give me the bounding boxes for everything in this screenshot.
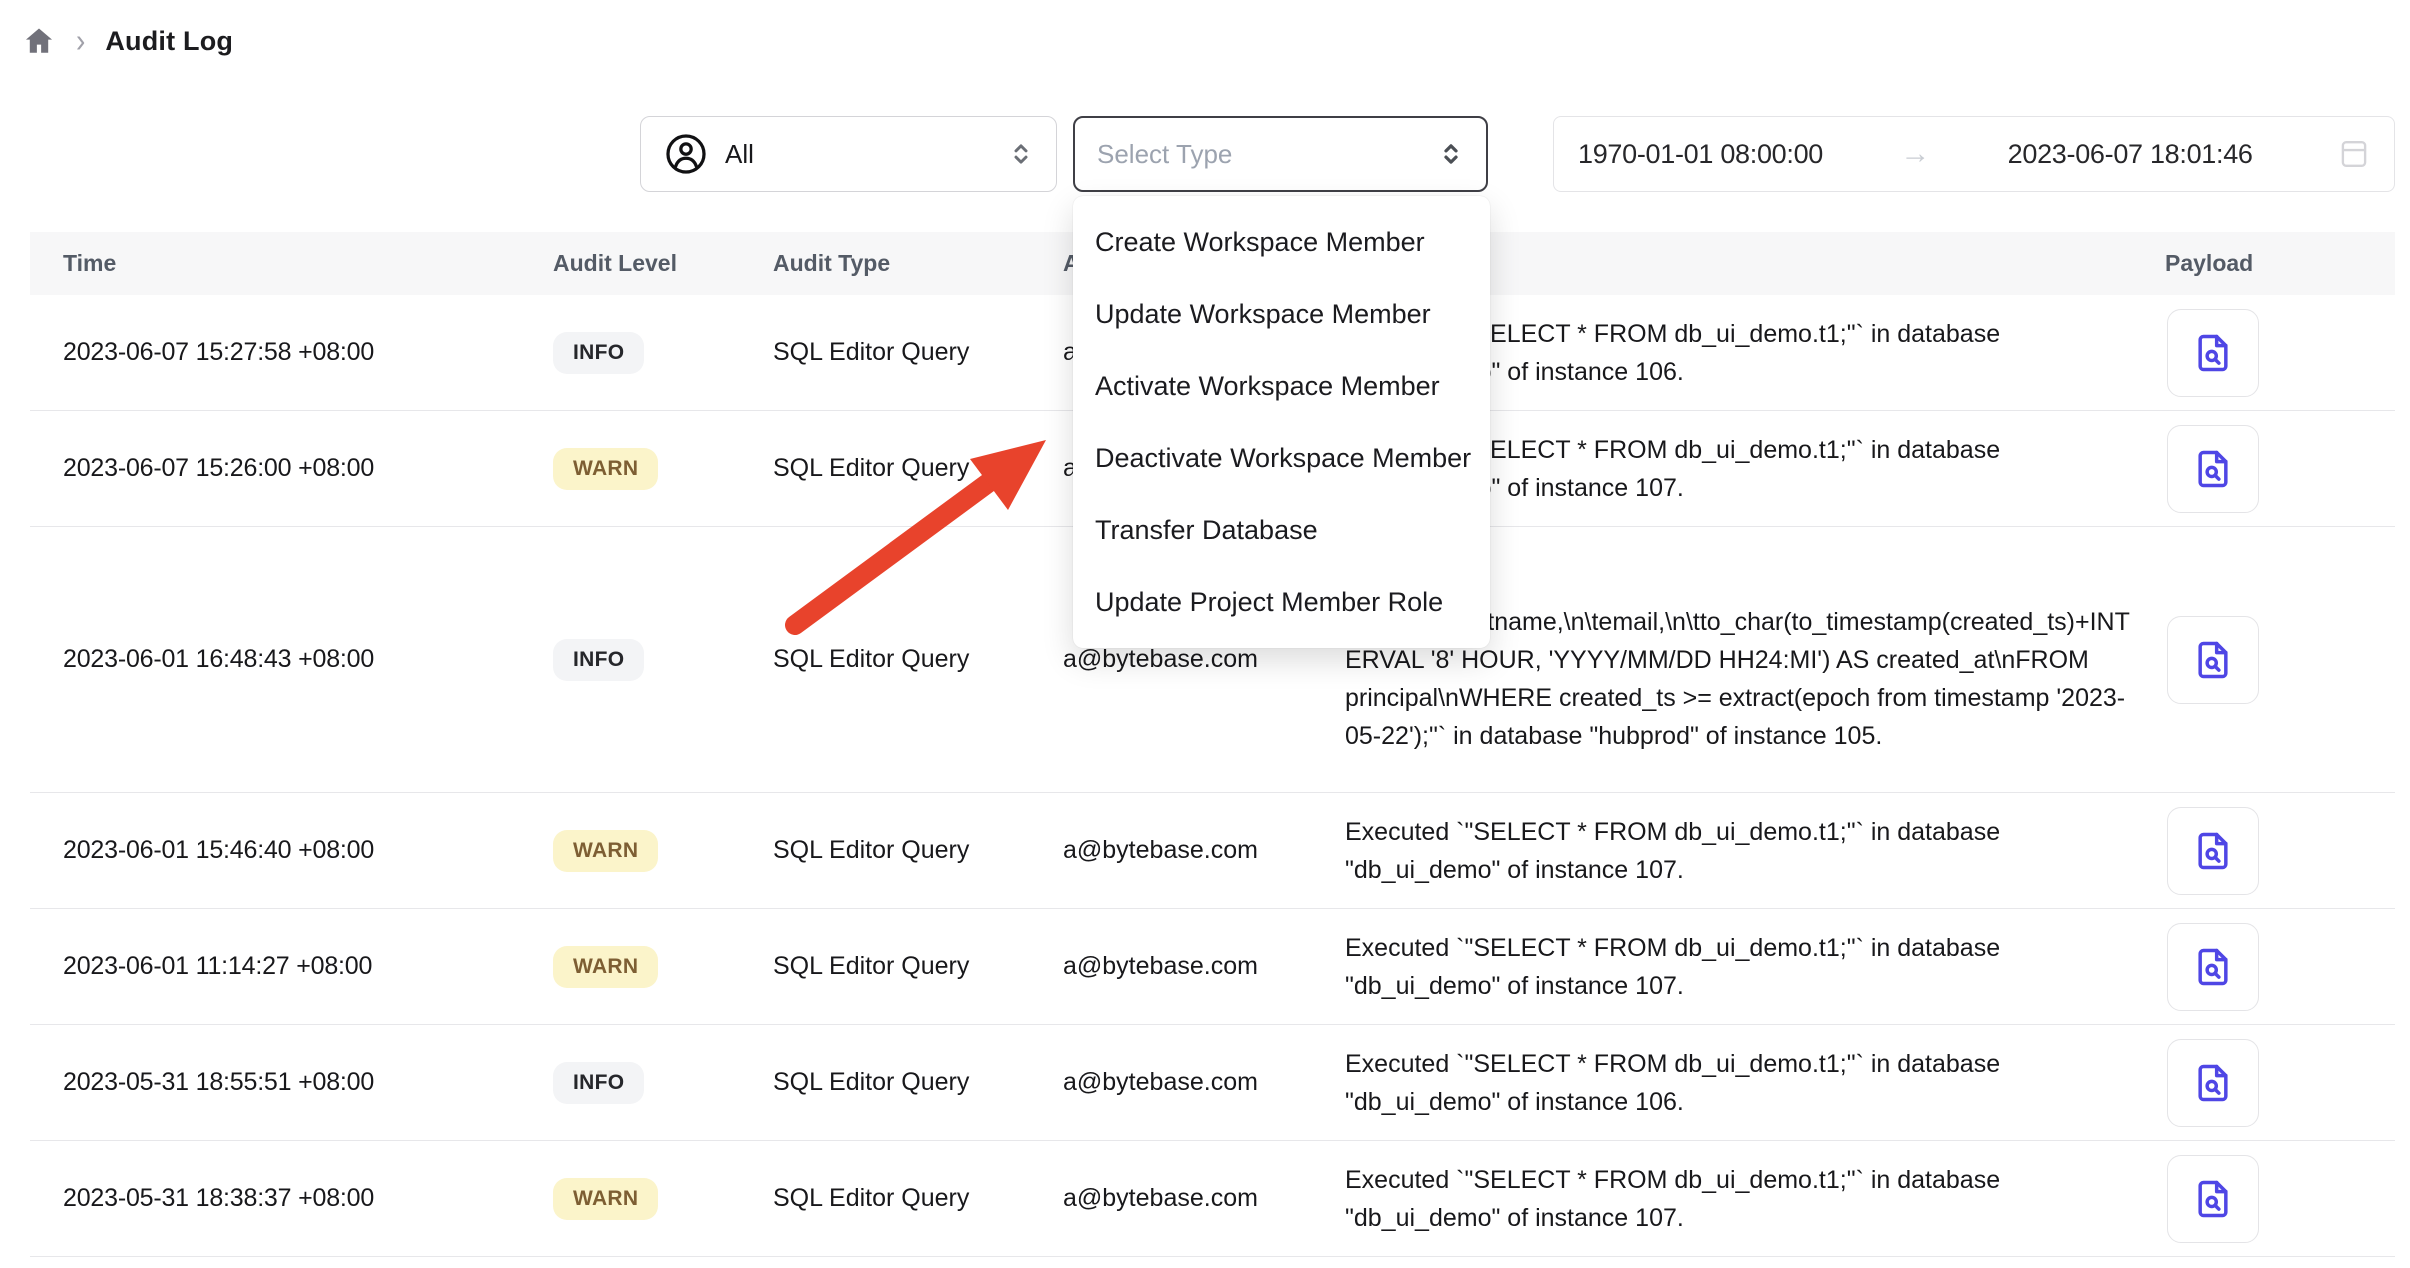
col-header-audit-type: Audit Type bbox=[773, 250, 1063, 277]
page-title: Audit Log bbox=[105, 26, 233, 57]
view-payload-button[interactable] bbox=[2167, 616, 2259, 704]
audit-level-badge: WARN bbox=[553, 830, 658, 872]
date-range-start[interactable]: 1970-01-01 08:00:00 bbox=[1578, 139, 1823, 170]
view-payload-button[interactable] bbox=[2167, 1039, 2259, 1127]
comment-cell: Executed `"SELECT * FROM db_ui_demo.t1;"… bbox=[1345, 813, 2165, 889]
comment-cell: Executed `"SELECT * FROM db_ui_demo.t1;"… bbox=[1345, 1045, 2165, 1121]
audit-level-badge: INFO bbox=[553, 1062, 644, 1104]
audit-type-cell: SQL Editor Query bbox=[773, 454, 1063, 483]
audit-type-dropdown: Create Workspace Member Update Workspace… bbox=[1073, 196, 1490, 648]
col-header-time: Time bbox=[30, 250, 553, 277]
updown-chevron-icon bbox=[1436, 139, 1466, 169]
time-cell: 2023-06-01 16:48:43 +08:00 bbox=[30, 645, 553, 674]
view-payload-button[interactable] bbox=[2167, 923, 2259, 1011]
time-cell: 2023-05-31 18:38:37 +08:00 bbox=[30, 1184, 553, 1213]
audit-type-cell: SQL Editor Query bbox=[773, 645, 1063, 674]
actor-cell: a@bytebase.com bbox=[1063, 836, 1345, 865]
arrow-right-icon: → bbox=[1890, 137, 1940, 171]
table-row: 2023-05-31 18:55:51 +08:00 INFO SQL Edit… bbox=[30, 1025, 2395, 1141]
date-range-picker[interactable]: 1970-01-01 08:00:00 → 2023-06-07 18:01:4… bbox=[1553, 116, 2395, 192]
view-payload-button[interactable] bbox=[2167, 807, 2259, 895]
audit-type-cell: SQL Editor Query bbox=[773, 1068, 1063, 1097]
audit-type-cell: SQL Editor Query bbox=[773, 952, 1063, 981]
time-cell: 2023-06-07 15:27:58 +08:00 bbox=[30, 338, 553, 367]
actor-filter-select[interactable]: All bbox=[640, 116, 1057, 192]
dropdown-option[interactable]: Update Workspace Member bbox=[1073, 278, 1490, 350]
file-search-icon bbox=[2191, 637, 2235, 683]
actor-cell: a@bytebase.com bbox=[1063, 952, 1345, 981]
file-search-icon bbox=[2191, 1176, 2235, 1222]
dropdown-option[interactable]: Deactivate Workspace Member bbox=[1073, 422, 1490, 494]
audit-level-badge: INFO bbox=[553, 332, 644, 374]
col-header-audit-level: Audit Level bbox=[553, 250, 773, 277]
actor-cell: a@bytebase.com bbox=[1063, 645, 1345, 674]
view-payload-button[interactable] bbox=[2167, 1155, 2259, 1243]
audit-level-badge: WARN bbox=[553, 946, 658, 988]
chevron-right-icon: › bbox=[76, 24, 85, 58]
audit-level-badge: INFO bbox=[553, 639, 644, 681]
audit-type-cell: SQL Editor Query bbox=[773, 836, 1063, 865]
audit-level-badge: WARN bbox=[553, 448, 658, 490]
person-circle-icon bbox=[663, 131, 709, 177]
audit-type-cell: SQL Editor Query bbox=[773, 1184, 1063, 1213]
time-cell: 2023-05-31 18:55:51 +08:00 bbox=[30, 1068, 553, 1097]
file-search-icon bbox=[2191, 1060, 2235, 1106]
audit-type-placeholder: Select Type bbox=[1097, 139, 1436, 170]
file-search-icon bbox=[2191, 944, 2235, 990]
comment-cell: Executed `"SELECT * FROM db_ui_demo.t1;"… bbox=[1345, 1161, 2165, 1237]
breadcrumb: › Audit Log bbox=[22, 24, 233, 58]
audit-type-cell: SQL Editor Query bbox=[773, 338, 1063, 367]
dropdown-option[interactable]: Transfer Database bbox=[1073, 494, 1490, 566]
dropdown-option[interactable]: Activate Workspace Member bbox=[1073, 350, 1490, 422]
actor-cell: a@bytebase.com bbox=[1063, 1068, 1345, 1097]
file-search-icon bbox=[2191, 828, 2235, 874]
table-row: 2023-05-31 18:38:37 +08:00 WARN SQL Edit… bbox=[30, 1141, 2395, 1257]
audit-level-badge: WARN bbox=[553, 1178, 658, 1220]
col-header-payload: Payload bbox=[2165, 250, 2395, 277]
actor-cell: a@bytebase.com bbox=[1063, 1184, 1345, 1213]
table-row: 2023-06-01 11:14:27 +08:00 WARN SQL Edit… bbox=[30, 909, 2395, 1025]
calendar-icon bbox=[2338, 137, 2370, 171]
home-icon[interactable] bbox=[22, 24, 56, 58]
date-range-end[interactable]: 2023-06-07 18:01:46 bbox=[2008, 139, 2253, 170]
time-cell: 2023-06-01 11:14:27 +08:00 bbox=[30, 952, 553, 981]
dropdown-option[interactable]: Update Project Member Role bbox=[1073, 566, 1490, 638]
updown-chevron-icon bbox=[1006, 139, 1036, 169]
file-search-icon bbox=[2191, 446, 2235, 492]
dropdown-option[interactable]: Create Workspace Member bbox=[1073, 206, 1490, 278]
time-cell: 2023-06-01 15:46:40 +08:00 bbox=[30, 836, 553, 865]
comment-cell: Executed `"SELECT * FROM db_ui_demo.t1;"… bbox=[1345, 929, 2165, 1005]
audit-type-select[interactable]: Select Type bbox=[1073, 116, 1488, 192]
table-row: 2023-06-01 15:46:40 +08:00 WARN SQL Edit… bbox=[30, 793, 2395, 909]
view-payload-button[interactable] bbox=[2167, 425, 2259, 513]
time-cell: 2023-06-07 15:26:00 +08:00 bbox=[30, 454, 553, 483]
actor-filter-value: All bbox=[725, 139, 1006, 170]
file-search-icon bbox=[2191, 330, 2235, 376]
view-payload-button[interactable] bbox=[2167, 309, 2259, 397]
